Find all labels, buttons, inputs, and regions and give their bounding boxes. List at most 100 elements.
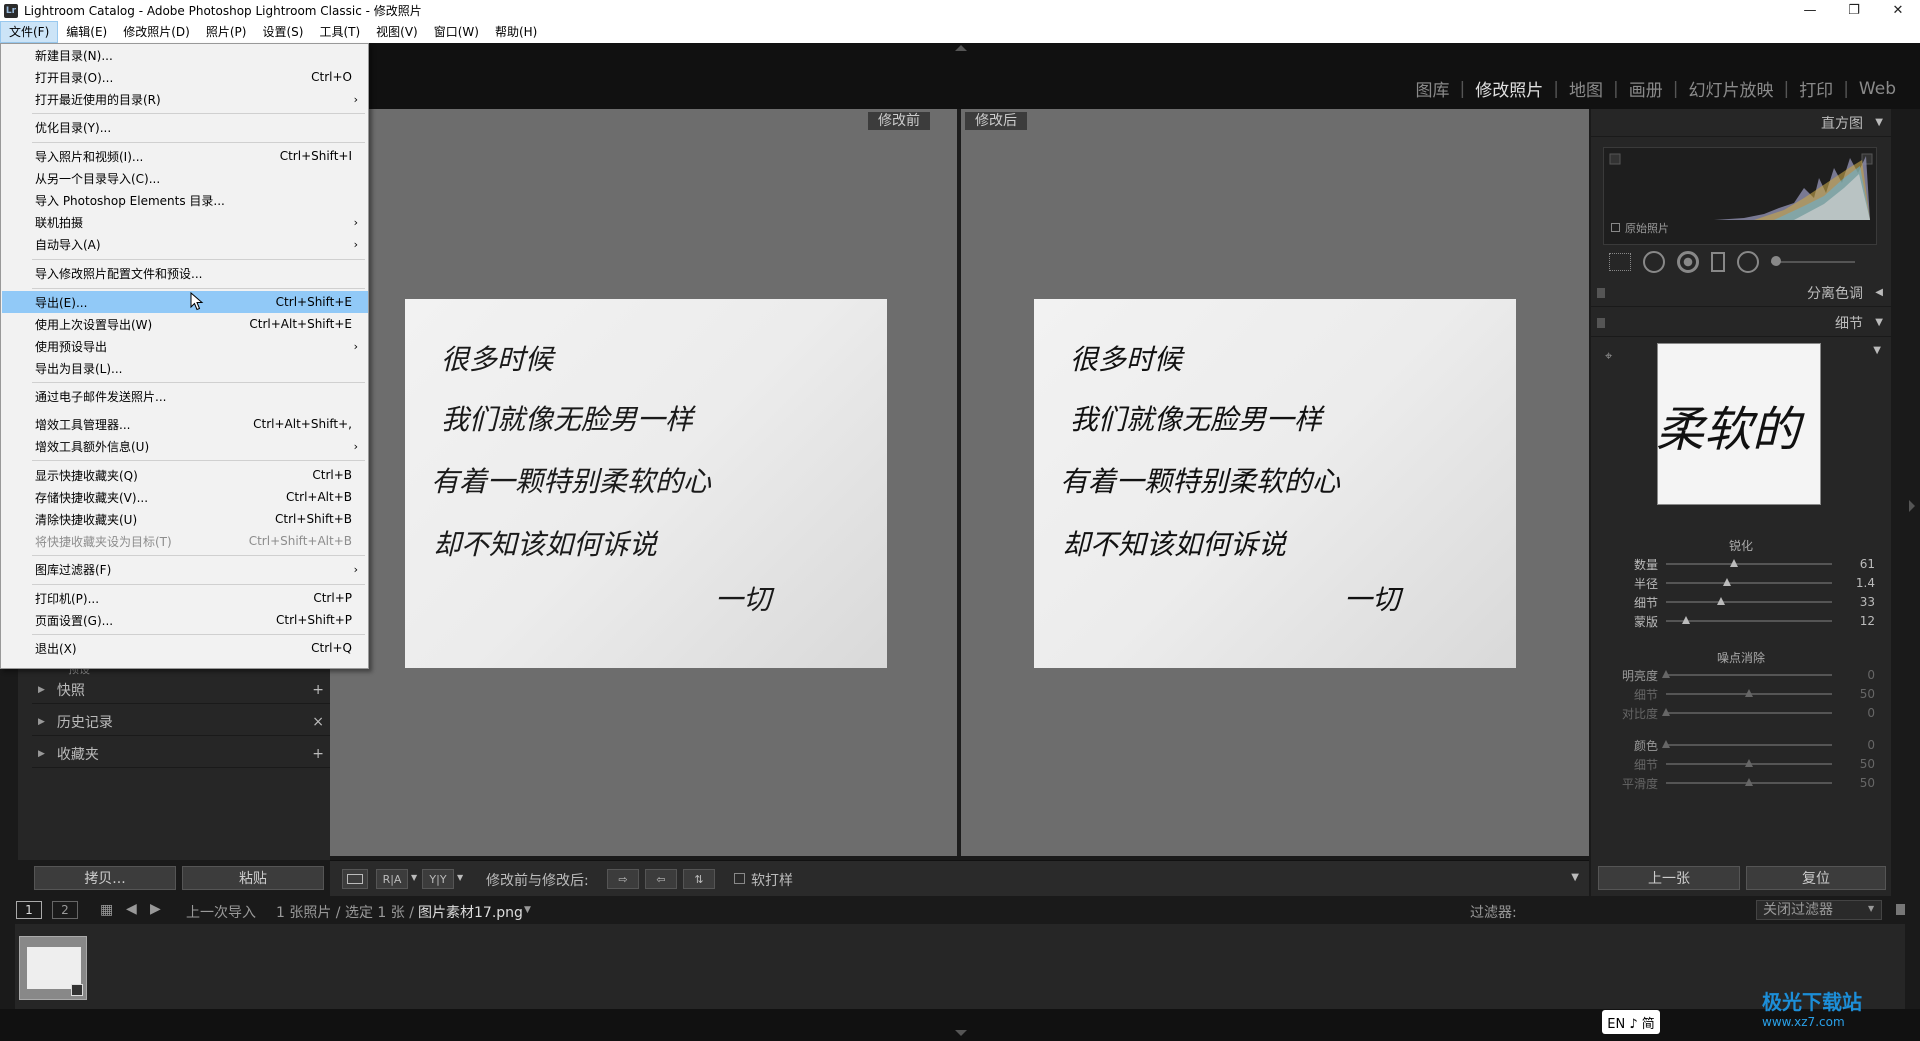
menu-window[interactable]: 窗口(W) [426,21,487,43]
filename-chevron-down-icon[interactable]: ▼ [524,905,531,915]
brush-slider-thumb[interactable] [1771,256,1781,266]
collapse-top-panel-icon[interactable] [955,45,967,51]
slider-track[interactable] [1665,578,1833,586]
toolbar-options-chevron-icon[interactable]: ▼ [1571,872,1579,883]
menu-item-exit[interactable]: 退出(X) Ctrl+Q [2,637,368,659]
slider-track[interactable] [1665,597,1833,605]
preview-options-chevron-icon[interactable]: ▼ [1873,345,1881,356]
menu-item-open-catalog[interactable]: 打开目录(O)... Ctrl+O [2,66,368,88]
slider-value[interactable]: 50 [1832,687,1875,701]
collapse-triangle-icon[interactable]: ▼ [1875,317,1883,328]
menu-tools[interactable]: 工具(T) [311,21,368,43]
forward-arrow-icon[interactable]: ▶ [150,901,161,917]
copy-settings-button[interactable]: 拷贝... [34,866,176,890]
panel-toggle-icon[interactable] [1597,317,1605,328]
detail-header[interactable]: 细节 ▼ [1591,309,1891,337]
slider-thumb[interactable] [1661,708,1670,716]
slider-track[interactable] [1661,670,1833,678]
filter-select[interactable]: 关闭过滤器 [1756,900,1882,920]
slider-value[interactable]: 1.4 [1832,576,1875,590]
slider-track[interactable] [1665,689,1833,697]
previous-settings-button[interactable]: 上一张 [1598,866,1740,890]
module-print[interactable]: 打印 [1789,76,1843,101]
panel-toggle-icon[interactable] [1597,287,1605,298]
filter-lock-icon[interactable] [1896,904,1905,915]
slider-value[interactable]: 0 [1832,738,1875,752]
after-photo[interactable]: 很多时候 我们就像无脸男一样 有着一颗特别柔软的心 却不知该如何诉说 一切 [1034,299,1516,668]
slider-thumb[interactable] [1745,778,1753,786]
menu-item-clear-quick-collection[interactable]: 清除快捷收藏夹(U) Ctrl+Shift+B [2,508,368,530]
menu-edit[interactable]: 编辑(E) [58,21,115,43]
slider-value[interactable]: 50 [1832,776,1875,790]
menu-item-export-preset[interactable]: 使用预设导出 › [2,335,368,357]
menu-view[interactable]: 视图(V) [368,21,426,43]
menu-item-import-photos[interactable]: 导入照片和视频(I)... Ctrl+Shift+I [2,145,368,167]
slider-track[interactable] [1665,778,1833,786]
module-web[interactable]: Web [1849,79,1906,99]
module-map[interactable]: 地图 [1559,76,1613,101]
menu-item-import-elements[interactable]: 导入 Photoshop Elements 目录... [2,189,368,211]
copy-before-to-after-button[interactable]: ⇨ [607,869,639,889]
histogram-header[interactable]: 直方图 ▼ [1591,109,1891,137]
minimize-button[interactable]: — [1788,0,1832,21]
expand-right-panel-icon[interactable] [1909,500,1915,512]
slider-value[interactable]: 50 [1832,757,1875,771]
slider-thumb[interactable] [1730,559,1739,567]
menu-item-export-as-catalog[interactable]: 导出为目录(L)... [2,357,368,379]
menu-item-new-catalog[interactable]: 新建目录(N)... [2,44,368,66]
add-collection-icon[interactable]: + [312,746,324,762]
menu-item-optimize-catalog[interactable]: 优化目录(Y)... [2,116,368,138]
menu-item-library-filters[interactable]: 图库过滤器(F) › [2,558,368,580]
module-develop[interactable]: 修改照片 [1465,76,1553,101]
collapse-filmstrip-icon[interactable] [955,1030,967,1036]
menu-item-plugin-manager[interactable]: 增效工具管理器... Ctrl+Alt+Shift+, [2,413,368,435]
slider-track[interactable] [1665,559,1833,567]
menu-item-auto-import[interactable]: 自动导入(A) › [2,233,368,255]
menu-photo[interactable]: 照片(P) [198,21,255,43]
current-filename[interactable]: 图片素材17.png [418,902,523,922]
slider-thumb[interactable] [1661,670,1670,678]
chevron-down-icon[interactable]: ▼ [457,873,463,882]
paste-settings-button[interactable]: 粘贴 [182,866,324,890]
slider-value[interactable]: 12 [1832,614,1875,628]
slider-track[interactable] [1665,616,1833,624]
menu-item-tethered-capture[interactable]: 联机拍摄 › [2,211,368,233]
history-section[interactable]: ▶ 历史记录 × [32,708,332,736]
module-slideshow[interactable]: 幻灯片放映 [1678,76,1783,101]
slider-value[interactable]: 33 [1832,595,1875,609]
slider-thumb[interactable] [1745,759,1753,767]
menu-item-export[interactable]: 导出(E)... Ctrl+Shift+E [2,291,368,313]
chevron-down-icon[interactable]: ▼ [411,873,417,882]
slider-thumb[interactable] [1681,616,1690,624]
clear-history-icon[interactable]: × [312,714,324,730]
before-after-left-right-button[interactable]: R|A [376,869,408,889]
filter-chevron-icon[interactable]: ▼ [1868,904,1874,913]
menu-develop[interactable]: 修改照片(D) [115,21,198,43]
crop-grid-icon[interactable] [1609,253,1631,271]
menu-item-import-from-catalog[interactable]: 从另一个目录导入(C)... [2,167,368,189]
module-book[interactable]: 画册 [1619,76,1673,101]
spot-removal-icon[interactable] [1643,251,1665,273]
original-photo-checkbox[interactable] [1611,223,1620,232]
swap-before-after-button[interactable]: ⇅ [683,869,715,889]
menu-item-export-previous[interactable]: 使用上次设置导出(W) Ctrl+Alt+Shift+E [2,313,368,335]
window-2-button[interactable]: 2 [52,901,78,919]
menu-item-save-quick-collection[interactable]: 存储快捷收藏夹(V)... Ctrl+Alt+B [2,486,368,508]
slider-thumb[interactable] [1661,740,1670,748]
slider-value[interactable]: 0 [1832,706,1875,720]
before-after-split-button[interactable]: Y|Y [422,869,454,889]
back-arrow-icon[interactable]: ◀ [126,901,137,917]
menu-item-show-quick-collection[interactable]: 显示快捷收藏夹(Q) Ctrl+B [2,464,368,486]
slider-thumb[interactable] [1716,597,1725,605]
detail-preview[interactable]: 柔软的 [1657,343,1821,505]
split-toning-header[interactable]: 分离色调 ◀ [1591,279,1891,307]
menu-item-open-recent[interactable]: 打开最近使用的目录(R) › [2,88,368,110]
restore-button[interactable]: ❐ [1832,0,1876,21]
copy-after-to-before-button[interactable]: ⇦ [645,869,677,889]
menu-help[interactable]: 帮助(H) [487,21,545,43]
menu-settings[interactable]: 设置(S) [254,21,311,43]
slider-track[interactable] [1665,759,1833,767]
slider-value[interactable]: 61 [1832,557,1875,571]
brush-slider[interactable] [1771,256,1855,266]
softproof-checkbox[interactable] [734,873,745,884]
